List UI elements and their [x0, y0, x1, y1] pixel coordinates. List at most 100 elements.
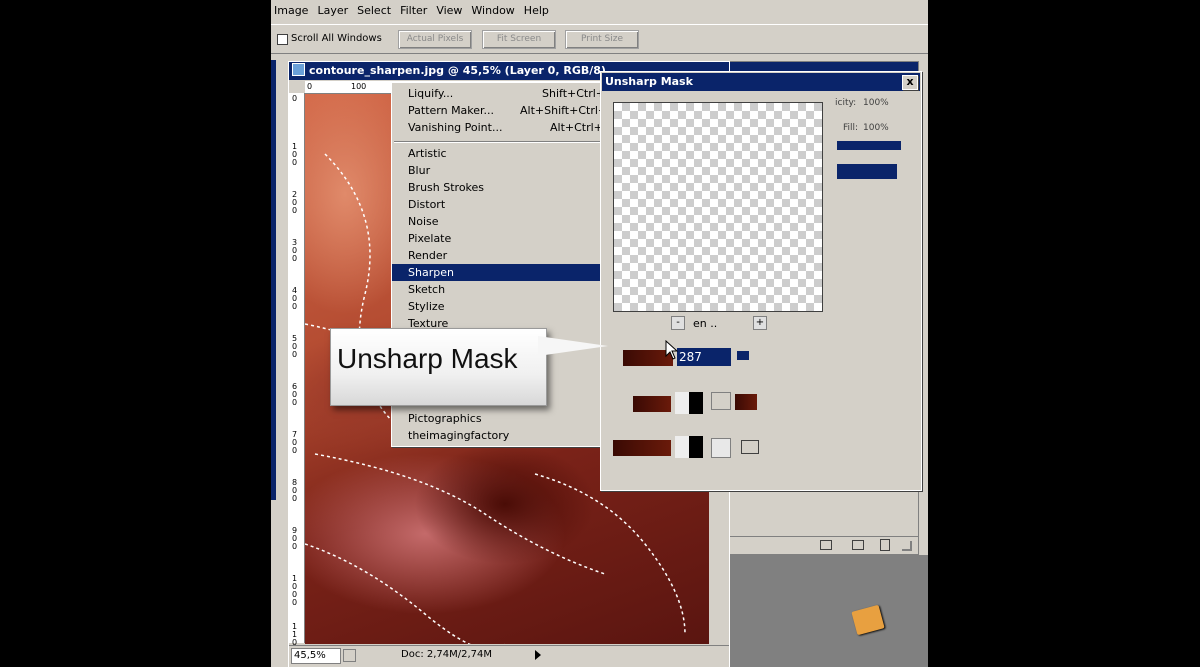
menu-item-noise[interactable]: Noise	[392, 213, 604, 230]
resize-grip-icon[interactable]	[902, 541, 912, 551]
menu-view[interactable]: View	[433, 0, 468, 22]
new-group-icon[interactable]	[820, 540, 832, 550]
mouse-cursor-icon	[665, 340, 679, 360]
ruler-label: 9 0 0	[292, 526, 298, 551]
menu-item-label: Noise	[408, 215, 439, 228]
callout-pointer	[538, 336, 608, 356]
opacity-value[interactable]: 100%	[863, 98, 889, 108]
menu-item-label: Render	[408, 249, 448, 262]
menu-item-artistic[interactable]: Artistic	[392, 145, 604, 162]
ruler-label: 100	[351, 82, 367, 91]
menu-item-theimagingfactory[interactable]: theimagingfactory	[392, 427, 604, 444]
fill-label: Fill:	[843, 123, 859, 133]
actual-pixels-button[interactable]: Actual Pixels	[398, 30, 472, 49]
fill-value[interactable]: 100%	[863, 123, 889, 133]
menu-item-blur[interactable]: Blur	[392, 162, 604, 179]
status-arrow-icon[interactable]	[535, 650, 541, 660]
ruler-label: 7 0 0	[292, 430, 298, 455]
preview-pane[interactable]	[613, 102, 823, 312]
menu-layer[interactable]: Layer	[314, 0, 354, 22]
menu-item-label: Sharpen	[408, 266, 454, 279]
layers-panel-footer	[708, 536, 918, 553]
amount-value: 287	[679, 350, 702, 364]
zoom-in-button[interactable]: +	[753, 316, 767, 330]
menu-item-label: Vanishing Point...	[408, 121, 503, 134]
menu-item-pixelate[interactable]: Pixelate	[392, 230, 604, 247]
document-title: contoure_sharpen.jpg @ 45,5% (Layer 0, R…	[309, 64, 606, 77]
layer-highlight	[837, 141, 901, 150]
trash-icon[interactable]	[880, 539, 890, 551]
vertical-ruler: 0 1 0 0 2 0 0 3 0 0 4 0 0 5 0 0 6 0 0 7 …	[289, 93, 305, 655]
notes-icon[interactable]	[741, 440, 759, 454]
caption-text: Unsharp Mask	[337, 343, 518, 374]
image-thumbnail[interactable]	[735, 394, 757, 410]
menu-item-pattern-maker[interactable]: Pattern Maker... Alt+Shift+Ctrl+X	[392, 102, 615, 119]
ruler-label: 4 0 0	[292, 286, 298, 311]
menu-window[interactable]: Window	[468, 0, 520, 22]
menu-item-sketch[interactable]: Sketch	[392, 281, 604, 298]
dialog-title: Unsharp Mask	[605, 75, 693, 88]
menu-help[interactable]: Help	[521, 0, 555, 22]
ruler-label: 6 0 0	[292, 382, 298, 407]
menu-item-pictographics[interactable]: Pictographics	[392, 410, 604, 427]
document-status-bar: 45,5% Doc: 2,74M/2,74M	[289, 645, 729, 666]
menu-item-label: Pixelate	[408, 232, 452, 245]
menu-item-render[interactable]: Render	[392, 247, 604, 264]
ruler-label: 2 0 0	[292, 190, 298, 215]
mask-thumbnail[interactable]	[675, 436, 703, 458]
fit-screen-button[interactable]: Fit Screen	[482, 30, 556, 49]
layer-swatch	[837, 164, 897, 179]
menu-item-liquify[interactable]: Liquify... Shift+Ctrl+X	[392, 85, 613, 102]
options-bar: Scroll All Windows Actual Pixels Fit Scr…	[271, 24, 928, 54]
ruler-label: 0	[307, 82, 313, 91]
opacity-label: icity:	[835, 98, 857, 108]
menu-item-label: Distort	[408, 198, 446, 211]
caption-callout: Unsharp Mask	[330, 328, 547, 406]
ruler-label: 8 0 0	[292, 478, 298, 503]
zoom-field[interactable]: 45,5%	[291, 648, 341, 664]
layer-thumbnail[interactable]	[633, 396, 671, 412]
layer-thumbnail[interactable]	[613, 440, 671, 456]
document-info: Doc: 2,74M/2,74M	[401, 649, 493, 660]
menu-item-label: Brush Strokes	[408, 181, 485, 194]
menu-item-label: Liquify...	[408, 87, 454, 100]
ruler-label: 3 0 0	[292, 238, 298, 263]
menubar: Image Layer Select Filter View Window He…	[271, 0, 928, 22]
menu-filter[interactable]: Filter	[397, 0, 433, 22]
new-layer-icon[interactable]	[852, 540, 864, 550]
mask-thumbnail[interactable]	[675, 392, 703, 414]
menu-item-vanishing-point[interactable]: Vanishing Point... Alt+Ctrl+V	[392, 119, 610, 136]
edit-icon[interactable]	[711, 392, 731, 410]
menu-item-distort[interactable]: Distort	[392, 196, 604, 213]
menu-item-brush-strokes[interactable]: Brush Strokes	[392, 179, 604, 196]
menu-select[interactable]: Select	[354, 0, 397, 22]
unsharp-mask-dialog: Unsharp Mask x - en .. + icity: 100% Fil…	[600, 71, 922, 491]
menu-separator	[394, 141, 600, 143]
ruler-label: 5 0 0	[292, 334, 298, 359]
document-icon	[292, 63, 305, 76]
menu-image[interactable]: Image	[271, 0, 314, 22]
menu-item-label: theimagingfactory	[408, 429, 510, 442]
dialog-titlebar[interactable]: Unsharp Mask x	[602, 73, 920, 91]
menu-item-sharpen[interactable]: Sharpen	[392, 264, 604, 281]
scroll-all-windows-checkbox[interactable]	[277, 34, 288, 45]
layer-mark	[737, 351, 749, 360]
close-button[interactable]: x	[902, 75, 918, 90]
menu-item-stylize[interactable]: Stylize	[392, 298, 604, 315]
menu-item-label: Blur	[408, 164, 431, 177]
ruler-label: 1 0 0 0	[292, 574, 298, 607]
status-menu-icon[interactable]	[343, 649, 356, 662]
left-panel-edge	[271, 60, 276, 500]
menu-item-label: Stylize	[408, 300, 445, 313]
zoom-level-text: en ..	[693, 317, 718, 330]
menu-item-label: Pattern Maker...	[408, 104, 495, 117]
menu-item-label: Sketch	[408, 283, 446, 296]
ruler-label: 1 0 0	[292, 142, 298, 167]
ruler-label: 0	[292, 94, 298, 103]
amount-field[interactable]: 287	[677, 348, 731, 366]
scroll-all-windows-label: Scroll All Windows	[291, 33, 382, 44]
menu-item-label: Pictographics	[408, 412, 482, 425]
print-size-button[interactable]: Print Size	[565, 30, 639, 49]
zoom-out-button[interactable]: -	[671, 316, 685, 330]
blank-layer-icon[interactable]	[711, 438, 731, 458]
